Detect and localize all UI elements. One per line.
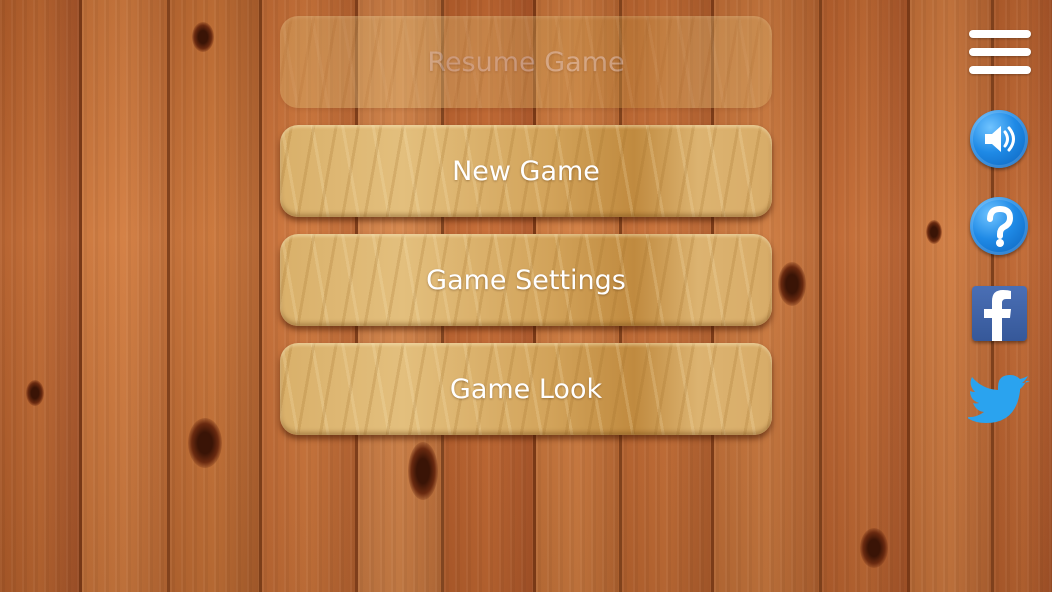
wood-knot xyxy=(188,418,222,468)
plank xyxy=(170,0,262,592)
plank xyxy=(82,0,170,592)
plank xyxy=(822,0,910,592)
wood-knot xyxy=(26,380,44,406)
wood-knot xyxy=(926,220,942,244)
wood-knot xyxy=(778,262,806,306)
wood-knot xyxy=(860,528,888,568)
wood-knot xyxy=(408,442,438,500)
wood-knot xyxy=(192,22,214,52)
speaker-icon[interactable] xyxy=(970,110,1028,168)
new-game-button[interactable]: New Game xyxy=(280,125,772,217)
twitter-bird-icon[interactable] xyxy=(966,373,1032,429)
plank xyxy=(0,0,82,592)
hamburger-menu-icon[interactable] xyxy=(969,30,1031,74)
game-look-button[interactable]: Game Look xyxy=(280,343,772,435)
question-mark-icon[interactable] xyxy=(970,197,1028,255)
facebook-icon[interactable] xyxy=(972,286,1027,341)
resume-game-button[interactable]: Resume Game xyxy=(280,16,772,108)
game-settings-button[interactable]: Game Settings xyxy=(280,234,772,326)
